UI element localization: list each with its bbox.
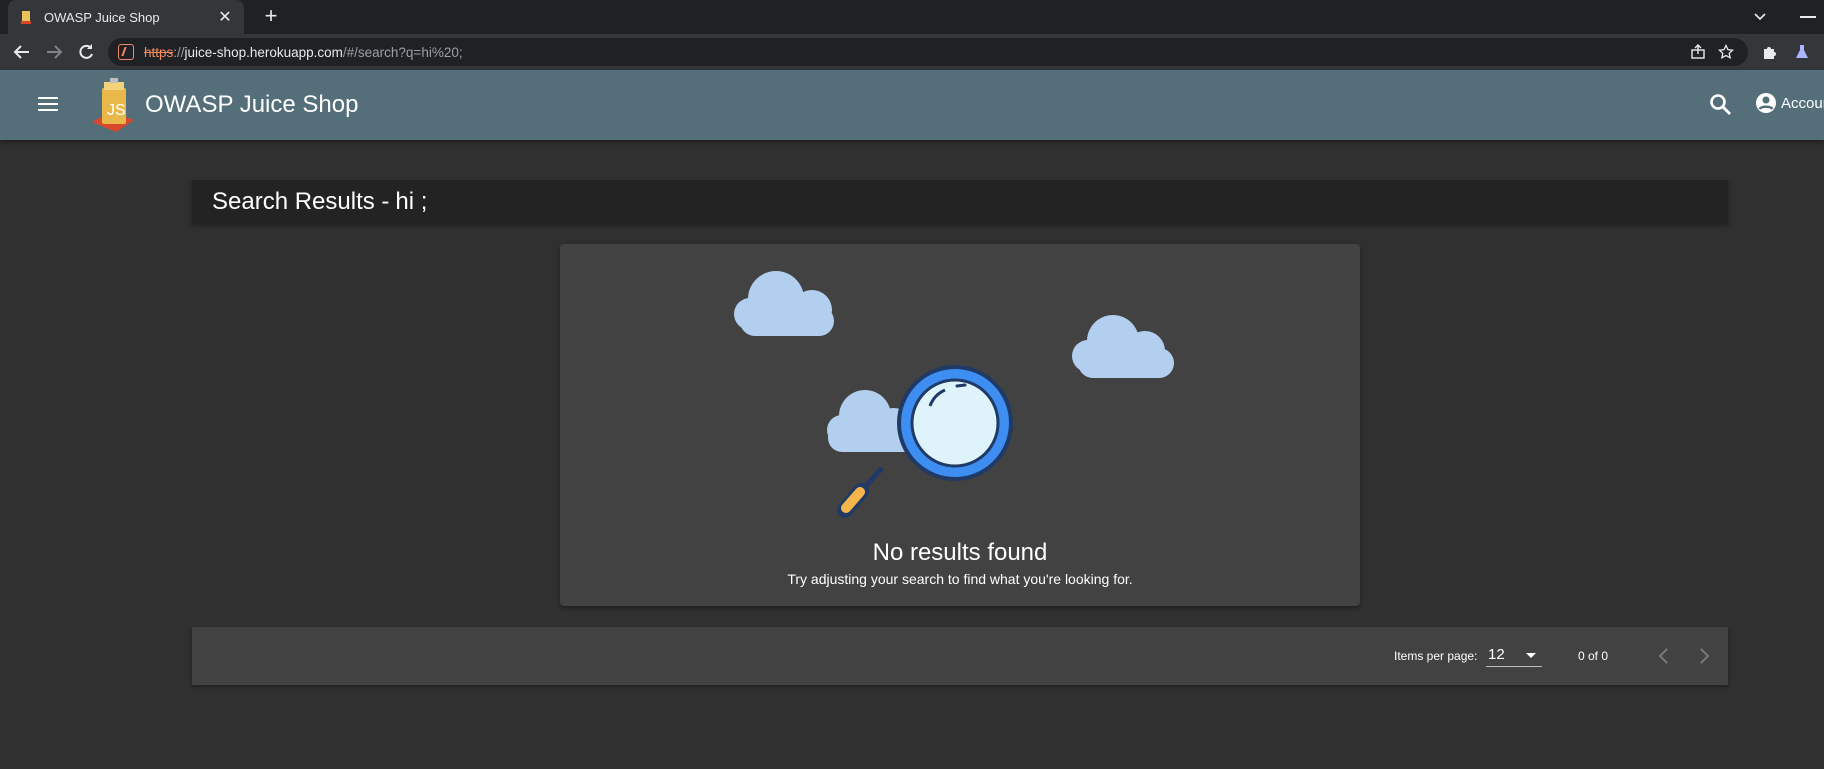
magnifier-illustration	[734, 271, 1174, 518]
tab-title: OWASP Juice Shop	[44, 9, 160, 25]
account-circle-icon	[1756, 93, 1776, 113]
no-results-subtitle: Try adjusting your search to find what y…	[787, 571, 1133, 587]
arrow-right-icon	[47, 45, 63, 59]
account-button[interactable]: Account	[1755, 92, 1824, 114]
extensions-puzzle-icon[interactable]	[1760, 42, 1780, 62]
url-separator: ://	[173, 44, 185, 60]
items-per-page-value: 12	[1488, 646, 1505, 663]
search-icon[interactable]	[1708, 92, 1734, 118]
search-results-heading-card: Search Results - hi ;	[192, 180, 1728, 224]
browser-tab[interactable]: OWASP Juice Shop ✕	[8, 0, 244, 34]
page-range-label: 0 of 0	[1578, 649, 1609, 663]
juice-shop-favicon-icon	[21, 11, 31, 24]
svg-text:JS: JS	[107, 102, 126, 119]
tab-search-chevron-icon[interactable]	[1748, 4, 1772, 28]
reload-icon	[79, 44, 93, 59]
search-query-value: hi ;	[395, 188, 428, 215]
new-tab-button[interactable]: +	[258, 4, 284, 30]
menu-icon[interactable]	[36, 93, 60, 117]
arrow-left-icon	[13, 45, 29, 59]
url-scheme: https	[144, 44, 174, 60]
browser-toolbar: https://juice-shop.herokuapp.com/#/searc…	[0, 34, 1824, 70]
browser-tab-strip: OWASP Juice Shop ✕ +	[0, 0, 1824, 34]
app-toolbar: JS OWASP Juice Shop Account	[0, 70, 1824, 140]
no-results-title: No results found	[872, 539, 1048, 566]
url-host: juice-shop.herokuapp.com	[184, 44, 343, 60]
back-button[interactable]	[10, 40, 34, 64]
page-title: Search Results - hi ;	[212, 188, 427, 216]
share-icon[interactable]	[1690, 44, 1706, 60]
address-bar[interactable]: https://juice-shop.herokuapp.com/#/searc…	[108, 38, 1748, 66]
chevron-right-icon[interactable]	[1691, 643, 1717, 669]
chevron-left-icon[interactable]	[1651, 643, 1677, 669]
juice-shop-logo[interactable]: JS	[88, 78, 138, 132]
paginator: Items per page: 12 0 of 0	[192, 627, 1728, 685]
not-secure-icon[interactable]	[118, 44, 134, 60]
account-label: Account	[1781, 94, 1824, 112]
app-title[interactable]: OWASP Juice Shop	[145, 86, 358, 124]
extension-flask-icon[interactable]	[1792, 42, 1812, 62]
window-minimize-button[interactable]	[1800, 16, 1816, 18]
dropdown-arrow-icon	[1526, 653, 1536, 658]
tab-close-icon[interactable]: ✕	[216, 7, 234, 27]
forward-button[interactable]	[42, 40, 66, 64]
url-text: https://juice-shop.herokuapp.com/#/searc…	[144, 45, 463, 60]
cloud-illustration	[1072, 315, 1174, 378]
no-results-card: No results found Try adjusting your sear…	[560, 244, 1360, 606]
bookmark-star-icon[interactable]	[1718, 44, 1734, 60]
cloud-illustration	[734, 271, 834, 336]
url-path: /#/search?q=hi%20;	[342, 44, 463, 60]
items-per-page-label: Items per page:	[1394, 649, 1478, 663]
items-per-page-select[interactable]: 12	[1486, 645, 1542, 667]
reload-button[interactable]	[74, 40, 98, 64]
search-results-prefix: Search Results -	[212, 188, 390, 215]
